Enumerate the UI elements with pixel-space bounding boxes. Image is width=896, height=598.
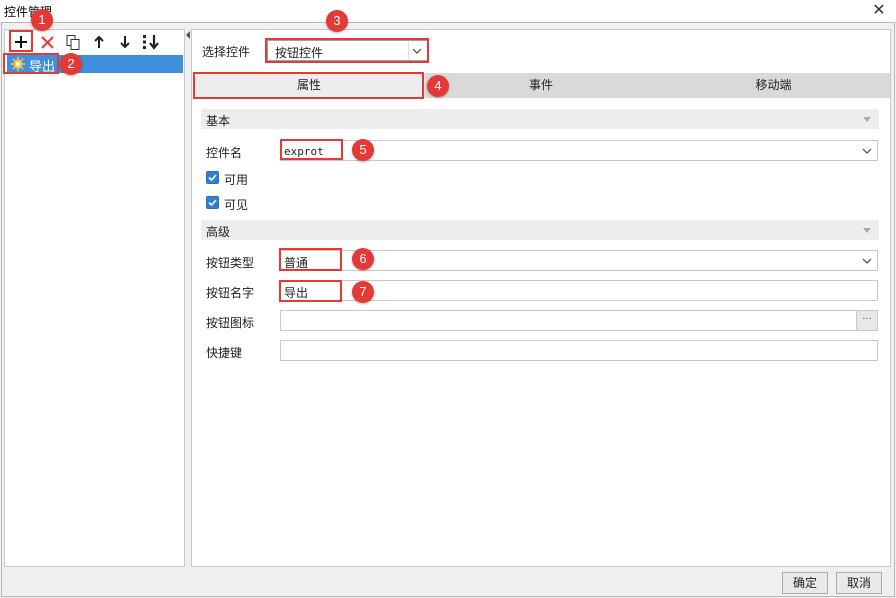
control-name-label: 控件名 (206, 146, 243, 160)
add-icon[interactable] (11, 32, 31, 52)
enabled-label: 可用 (224, 173, 249, 187)
ok-button[interactable]: 确定 (782, 572, 828, 594)
delete-icon[interactable] (37, 32, 57, 52)
tab-mobile[interactable]: 移动端 (657, 73, 890, 98)
callout-badge-1: 1 (31, 9, 53, 31)
section-basic-label: 基本 (206, 114, 231, 128)
section-advanced-label: 高级 (206, 225, 231, 239)
close-button[interactable]: ✕ (870, 1, 888, 19)
collapse-arrow-icon (863, 117, 871, 122)
section-basic[interactable]: 基本 (201, 109, 879, 129)
move-up-icon[interactable] (89, 32, 109, 52)
tab-events[interactable]: 事件 (425, 73, 657, 98)
button-icon-field[interactable]: ··· (280, 310, 878, 331)
button-type-value: 普通 (284, 256, 309, 270)
select-control-label: 选择控件 (202, 45, 251, 59)
callout-badge-3: 3 (326, 10, 348, 32)
shortcut-field[interactable] (280, 340, 878, 361)
control-type-value: 按钮控件 (275, 46, 324, 60)
copy-icon[interactable] (63, 32, 83, 52)
callout-badge-6: 6 (352, 248, 374, 270)
visible-label: 可见 (224, 198, 249, 212)
properties-panel: 选择控件 按钮控件 属性 事件 移动端 基本 控件名 exprot 可用 可见 (191, 29, 891, 567)
chevron-down-icon[interactable] (858, 252, 875, 269)
control-name-value: exprot (284, 145, 324, 158)
chevron-down-icon (408, 42, 425, 59)
button-name-label: 按钮名字 (206, 286, 255, 300)
collapse-arrow-icon (863, 228, 871, 233)
section-advanced[interactable]: 高级 (201, 220, 879, 240)
tab-bar: 属性 事件 移动端 (193, 73, 890, 98)
control-list-panel: 导出 (4, 29, 185, 567)
button-type-label: 按钮类型 (206, 256, 255, 270)
cancel-button[interactable]: 取消 (836, 572, 882, 594)
callout-badge-7: 7 (352, 281, 374, 303)
checkbox-checked-icon (206, 196, 219, 209)
browse-button[interactable]: ··· (856, 311, 877, 330)
shortcut-label: 快捷键 (206, 346, 243, 360)
tree-item-export[interactable]: 导出 (7, 55, 183, 75)
button-icon-label: 按钮图标 (206, 316, 255, 330)
callout-badge-4: 4 (427, 75, 449, 97)
gear-icon (10, 56, 26, 72)
sort-icon[interactable] (141, 32, 161, 52)
toolbar (5, 30, 184, 54)
callout-badge-5: 5 (352, 139, 374, 161)
tab-properties[interactable]: 属性 (193, 73, 425, 98)
title-bar: 控件管理 ✕ (0, 0, 896, 22)
tree-item-label: 导出 (29, 60, 56, 75)
move-down-icon[interactable] (115, 32, 135, 52)
checkbox-checked-icon (206, 171, 219, 184)
button-name-value: 导出 (284, 286, 309, 300)
collapse-arrow-icon[interactable] (186, 31, 190, 39)
callout-badge-2: 2 (60, 53, 82, 75)
chevron-down-icon[interactable] (858, 142, 875, 159)
control-type-select[interactable]: 按钮控件 (267, 40, 428, 61)
